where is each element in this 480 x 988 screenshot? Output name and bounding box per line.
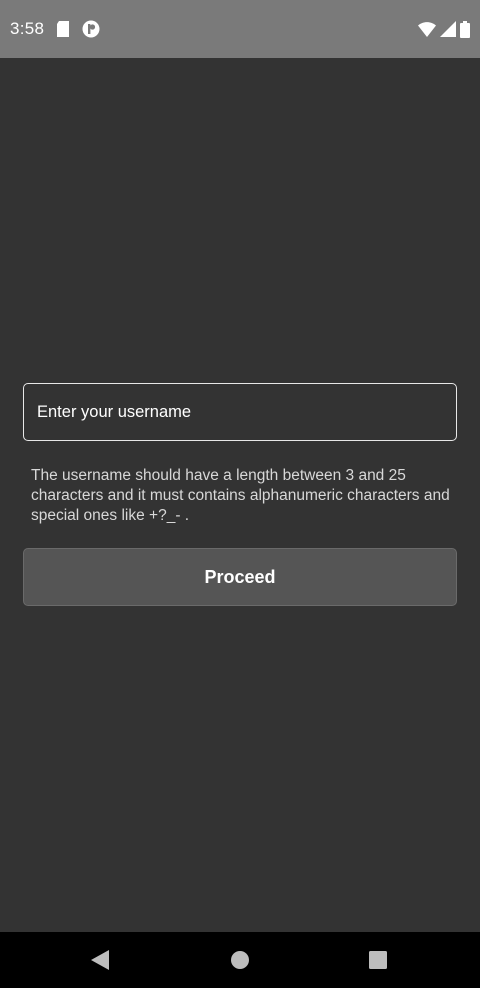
wifi-icon [418,21,436,37]
battery-icon [460,20,470,38]
username-input[interactable] [35,401,456,423]
status-bar: 3:58 [0,0,480,58]
status-right [418,20,470,38]
username-field[interactable] [23,383,457,441]
sd-card-icon [56,21,70,37]
signal-icon [440,21,456,37]
back-icon[interactable] [70,932,130,988]
username-hint: The username should have a length betwee… [31,467,450,524]
recents-icon[interactable] [348,932,408,988]
proceed-button[interactable]: Proceed [23,548,457,606]
status-time: 3:58 [10,19,45,38]
notification-icon [82,20,100,38]
app-screen: 3:58 Enter your username The username sh… [0,0,480,988]
status-left: 3:58 [10,19,100,39]
navigation-bar [0,932,480,988]
home-icon[interactable] [210,932,270,988]
